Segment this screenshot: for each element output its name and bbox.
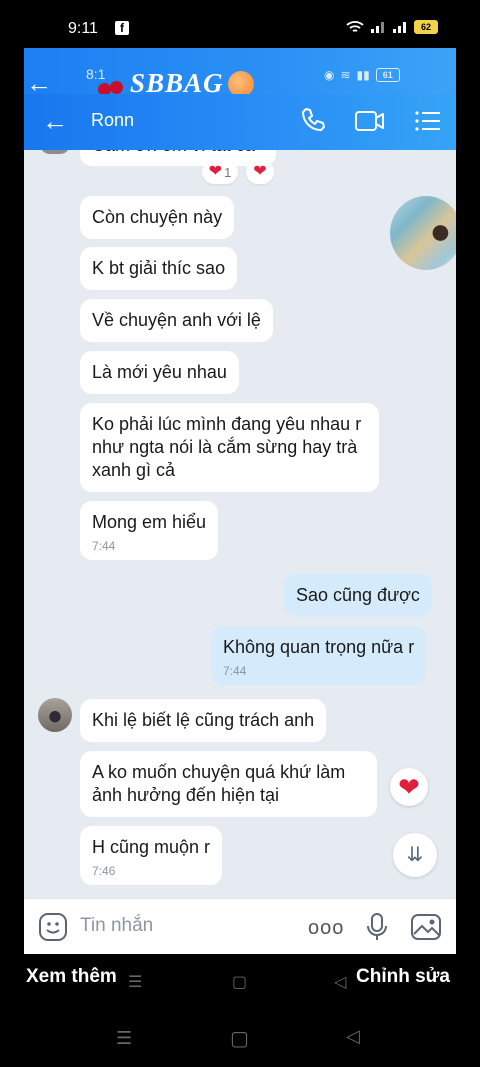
contact-avatar[interactable]	[38, 698, 72, 732]
message-bubble[interactable]: Khi lệ biết lệ cũng trách anh	[80, 699, 327, 742]
outer-clock: 9:11	[68, 20, 98, 37]
chat-header: ← Ronn	[24, 94, 456, 150]
message-bubble[interactable]: A ko muốn chuyện quá khứ làm ảnh hưởng đ…	[80, 751, 377, 817]
my-message-bubble[interactable]: Sao cũng được	[284, 574, 432, 617]
reaction-count[interactable]: ❤ 1	[202, 160, 238, 184]
message-time: 7:44	[92, 539, 116, 553]
heart-icon: ❤	[253, 163, 267, 180]
back-arrow-icon[interactable]: ←	[42, 106, 68, 137]
inner-status-bar: ← 8:1 SBBAG ◉ ≋ ▮▮ 61	[24, 48, 456, 98]
message-input-bar: Tin nhắn ooo	[24, 898, 456, 954]
wifi-icon	[346, 21, 364, 32]
more-options-icon[interactable]: ooo	[308, 917, 344, 940]
signal-icon	[371, 22, 384, 33]
recent-apps-icon[interactable]: ☰	[116, 1028, 132, 1049]
message-bubble[interactable]: H cũng muộn r 7:46	[80, 826, 223, 885]
outer-status-icons: 62	[346, 20, 438, 34]
photo-thumbnail[interactable]	[390, 196, 456, 270]
contact-name[interactable]: Ronn	[91, 110, 134, 131]
mic-icon[interactable]	[366, 912, 388, 942]
message-bubble[interactable]: Mong em hiểu 7:44	[80, 501, 219, 560]
back-icon[interactable]: ◁	[346, 1026, 360, 1047]
emoji-icon[interactable]	[38, 912, 68, 942]
heart-react-button[interactable]: ❤	[246, 160, 274, 184]
message-bubble[interactable]: Còn chuyện này	[80, 196, 235, 239]
home-icon: ▢	[232, 974, 248, 991]
facebook-icon: f	[115, 21, 129, 35]
chevron-double-down-icon[interactable]: ⇊	[393, 833, 437, 877]
signal-icon: ▮▮	[356, 68, 370, 82]
peach-icon	[227, 70, 254, 97]
heart-icon: ❤	[208, 163, 223, 180]
my-message-bubble[interactable]: Không quan trọng nữa r 7:44	[211, 626, 427, 685]
back-icon: ◁	[334, 974, 347, 991]
signal-icon-2	[393, 22, 406, 33]
view-more-button[interactable]: Xem thêm	[26, 966, 117, 988]
message-bubble[interactable]: Về chuyện anh với lệ	[80, 299, 273, 342]
inner-status-icons: ◉ ≋ ▮▮ 61	[324, 68, 400, 82]
message-input[interactable]: Tin nhắn	[80, 915, 153, 937]
recent-apps-icon: ☰	[128, 974, 143, 991]
heart-react-button[interactable]: ❤	[390, 768, 428, 806]
home-icon[interactable]: ▢	[230, 1026, 249, 1051]
battery-icon: 61	[375, 68, 400, 82]
video-icon[interactable]	[354, 108, 386, 134]
message-time: 7:44	[223, 664, 247, 678]
message-bubble[interactable]: Ko phải lúc mình đang yêu nhau r như ngt…	[80, 403, 379, 492]
battery-icon: 62	[414, 20, 438, 34]
back-arrow-icon[interactable]: ←	[26, 70, 52, 96]
phone-icon[interactable]	[299, 106, 327, 134]
message-time: 7:46	[92, 864, 116, 878]
message-bubble[interactable]: K bt giải thíc sao	[80, 247, 238, 290]
wifi-icon: ≋	[340, 68, 351, 82]
mute-icon: ◉	[324, 68, 335, 82]
chat-screenshot: Cảm ơn em vì tất cả ❤1 ❤ Còn chuyện này …	[24, 48, 456, 954]
message-bubble[interactable]: Là mới yêu nhau	[80, 351, 239, 394]
menu-icon[interactable]	[414, 108, 442, 134]
outer-status-bar: 9:11 f 62	[0, 0, 480, 48]
edit-button[interactable]: Chỉnh sửa	[356, 966, 450, 988]
image-icon[interactable]	[410, 912, 442, 942]
